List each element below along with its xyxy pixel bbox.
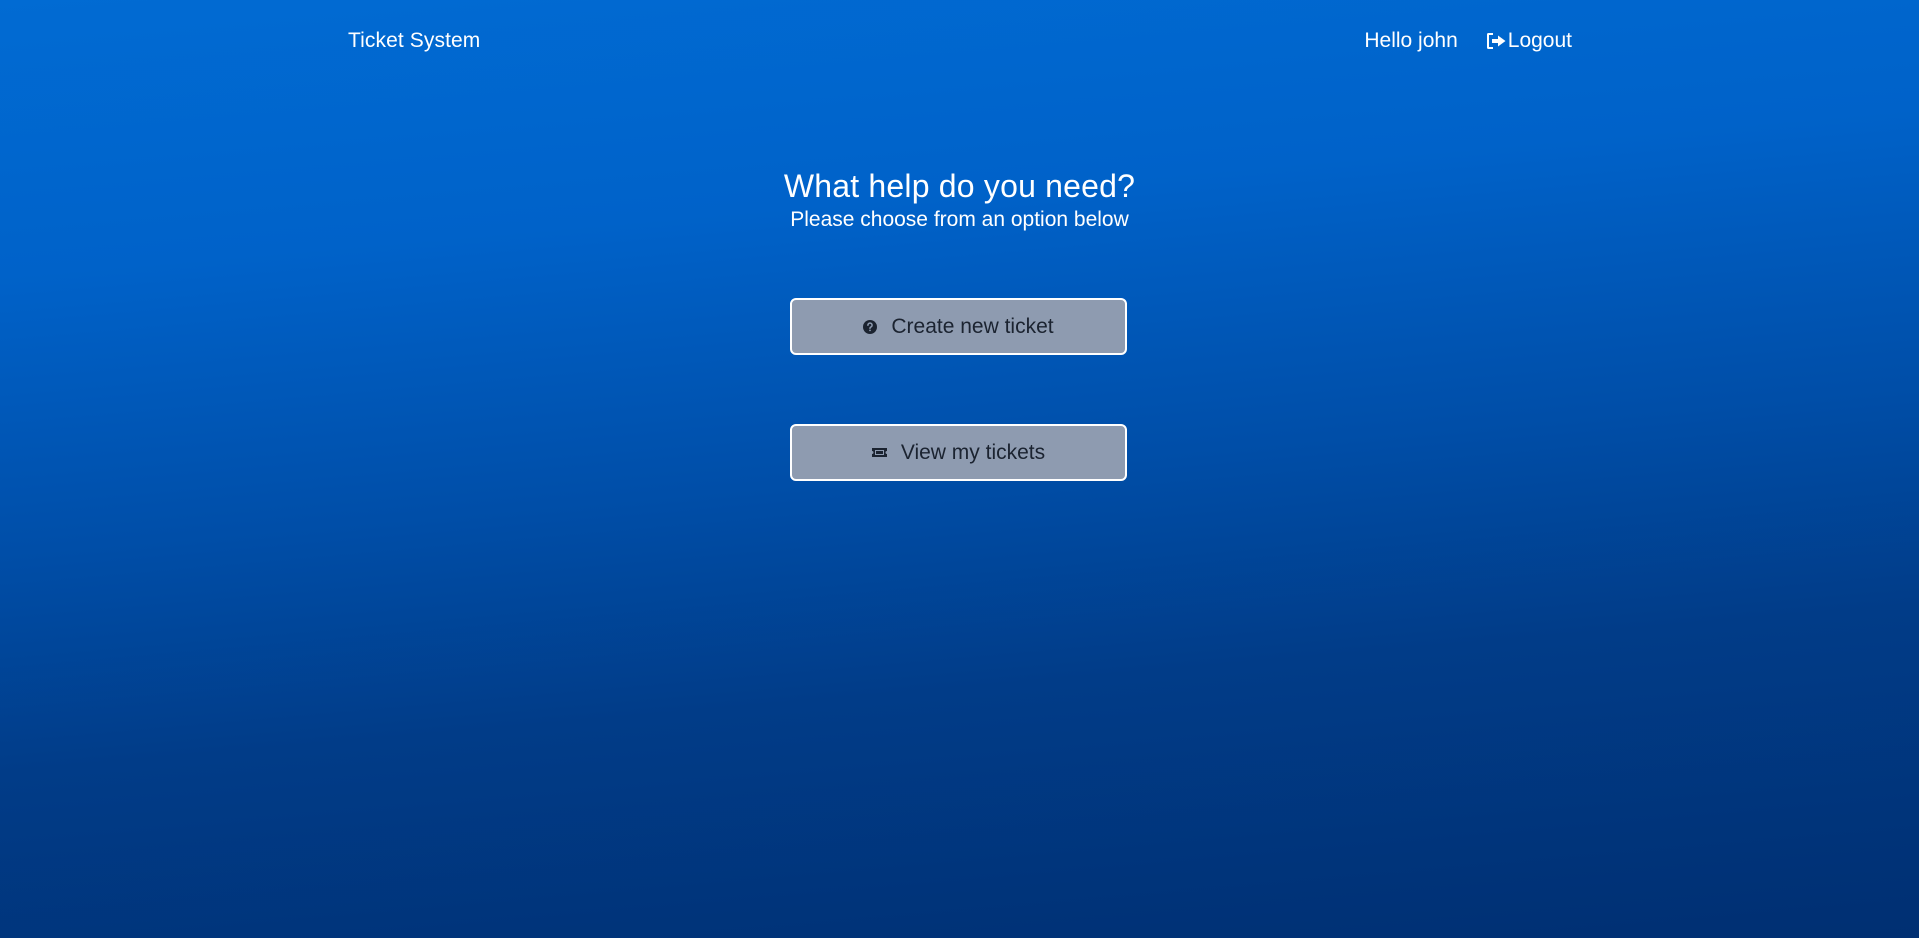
question-circle-icon (863, 319, 878, 334)
page-subtitle: Please choose from an option below (790, 208, 1129, 231)
user-greeting: Hello john (1364, 29, 1458, 52)
nav-right: Hello john Logout (1364, 29, 1572, 53)
page-title: What help do you need? (783, 168, 1136, 204)
create-ticket-label: Create new ticket (891, 314, 1054, 338)
ticket-icon (871, 447, 887, 458)
logout-link[interactable]: Logout (1486, 29, 1572, 53)
logout-label: Logout (1507, 29, 1572, 52)
view-tickets-label: View my tickets (900, 440, 1046, 464)
view-tickets-button[interactable]: View my tickets (790, 424, 1127, 481)
sign-out-icon (1486, 32, 1508, 50)
navbar: Ticket System Hello john Logout (0, 0, 1919, 86)
page-heading: What help do you need? Please choose fro… (0, 165, 1919, 233)
create-ticket-button[interactable]: Create new ticket (790, 298, 1127, 355)
brand-link[interactable]: Ticket System (348, 29, 480, 53)
